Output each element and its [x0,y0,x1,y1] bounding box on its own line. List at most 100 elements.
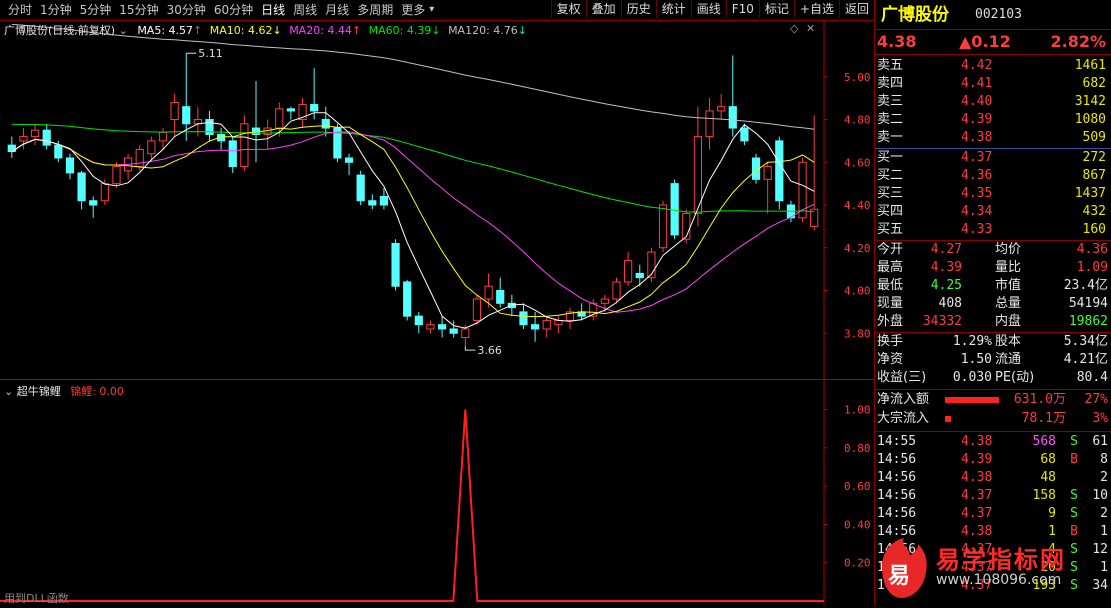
candle[interactable] [426,320,435,334]
bid-volume: 1437 [1074,186,1106,201]
candle[interactable] [437,316,447,338]
ask-row[interactable]: 卖一 4.38 509 [875,129,1111,147]
candle[interactable] [228,136,237,173]
candle[interactable] [205,110,214,141]
candle[interactable] [635,264,644,287]
diamond-icon[interactable]: ◇ [790,22,798,35]
candle[interactable] [670,179,679,240]
candle[interactable] [310,68,319,120]
period-tab[interactable]: 更多 [397,2,429,18]
toolbar-button[interactable]: 叠加 [585,0,621,18]
candle[interactable] [298,98,307,129]
candle[interactable] [368,194,377,210]
candle[interactable] [624,252,633,287]
period-tab[interactable]: 多周期 [353,2,397,18]
candle[interactable] [356,170,365,205]
candle[interactable] [147,136,156,163]
kline-chart[interactable]: 5.00 4.80 4.60 4.40 4.20 4.00 3.80 5.11 3.66 广博股… [0,20,874,380]
chevron-down-icon[interactable]: ⌄ [4,385,13,398]
period-tab[interactable]: 30分钟 [163,2,210,18]
candle[interactable] [775,136,784,210]
period-tab[interactable]: 60分钟 [210,2,257,18]
stat-label: 市值 [995,278,1022,293]
period-tab[interactable]: 日线 [257,2,289,18]
ask-row[interactable]: 卖三 4.40 3142 [875,93,1111,111]
candle[interactable] [240,115,249,171]
toolbar-button[interactable]: 画线 [690,0,726,18]
candle[interactable] [100,179,109,205]
dropdown-arrow-icon[interactable]: ▾ [429,2,434,18]
trade-row[interactable]: 14:55 4.38 568 S 61 [875,433,1111,451]
period-tab[interactable]: 分时 [4,2,36,18]
stat-label: 现量 [877,296,904,311]
candle[interactable] [275,102,284,137]
candle[interactable] [717,93,726,120]
candle[interactable] [30,123,40,146]
candle[interactable] [112,162,121,188]
candle[interactable] [77,170,86,210]
ask-row[interactable]: 卖四 4.41 682 [875,75,1111,93]
stat-label: 净资 [877,352,904,367]
candle[interactable] [65,153,75,180]
candle[interactable] [344,153,354,176]
candle[interactable] [170,93,179,137]
candle[interactable] [763,162,772,214]
kline-svg[interactable]: 5.00 4.80 4.60 4.40 4.20 4.00 3.80 5.11 3.66 [0,20,874,380]
candle[interactable] [89,196,98,218]
candle[interactable] [217,128,226,150]
candle[interactable] [542,316,551,338]
trade-row[interactable]: 14:56 4.37 9 S 2 [875,505,1111,523]
bid-row[interactable]: 买三 4.35 1437 [875,185,1111,203]
candle[interactable] [251,81,261,163]
indicator-value: 锦鲤: 0.00 [70,385,124,398]
toolbar-button[interactable]: 返回 [838,0,874,18]
candle[interactable] [263,119,272,150]
period-tab[interactable]: 1分钟 [36,2,76,18]
candle[interactable] [612,277,621,304]
candle[interactable] [472,294,482,325]
period-tab[interactable]: 5分钟 [76,2,116,18]
ask-row[interactable]: 卖五 4.42 1461 [875,57,1111,75]
candle[interactable] [403,279,412,321]
candle[interactable] [7,136,16,158]
bid-row[interactable]: 买二 4.36 867 [875,167,1111,185]
trade-row[interactable]: 14:56 4.37 158 S 10 [875,487,1111,505]
candle[interactable] [554,316,563,334]
bid-row[interactable]: 买五 4.33 160 [875,221,1111,239]
chevron-down-icon[interactable]: ⌄ [119,24,128,37]
candle[interactable] [391,239,400,291]
period-tab[interactable]: 15分钟 [115,2,162,18]
ask-volume: 1080 [1074,112,1106,127]
candle[interactable] [123,153,133,180]
candle[interactable] [810,115,819,231]
toolbar-button[interactable]: F10 [725,0,759,18]
toolbar-button[interactable]: +自选 [793,0,839,18]
period-tab[interactable]: 周线 [289,2,321,18]
indicator-chart[interactable]: 1.00 0.80 0.60 0.40 0.20 ⌄ 超牛锦鲤 锦鲤: 0.00 用到D… [0,380,874,605]
last-price: 4.38 [877,32,917,51]
candle[interactable] [414,311,423,334]
candle[interactable] [42,123,51,150]
toolbar-button[interactable]: 标记 [758,0,794,18]
close-icon[interactable]: ✕ [806,22,815,35]
trade-row[interactable]: 14:56 4.38 48 2 [875,469,1111,487]
bid-row[interactable]: 买一 4.37 272 [875,149,1111,167]
trade-row[interactable]: 14:56 4.39 68 B 8 [875,451,1111,469]
ask-row[interactable]: 卖二 4.39 1080 [875,111,1111,129]
indicator-svg[interactable]: 1.00 0.80 0.60 0.40 0.20 [0,380,874,605]
candle[interactable] [286,106,296,120]
candle[interactable] [728,55,737,137]
candle[interactable] [182,53,191,141]
candle[interactable] [496,277,505,308]
candle[interactable] [705,98,714,150]
candle[interactable] [333,123,342,163]
flow-pct: 27% [1084,392,1108,407]
bid-row[interactable]: 买四 4.34 432 [875,203,1111,221]
toolbar-button[interactable]: 历史 [620,0,656,18]
toolbar-button[interactable]: 统计 [655,0,691,18]
candle[interactable] [798,157,807,223]
candle[interactable] [565,307,575,329]
period-tab[interactable]: 月线 [321,2,353,18]
toolbar-button[interactable]: 复权 [550,0,586,18]
candle[interactable] [484,273,493,308]
